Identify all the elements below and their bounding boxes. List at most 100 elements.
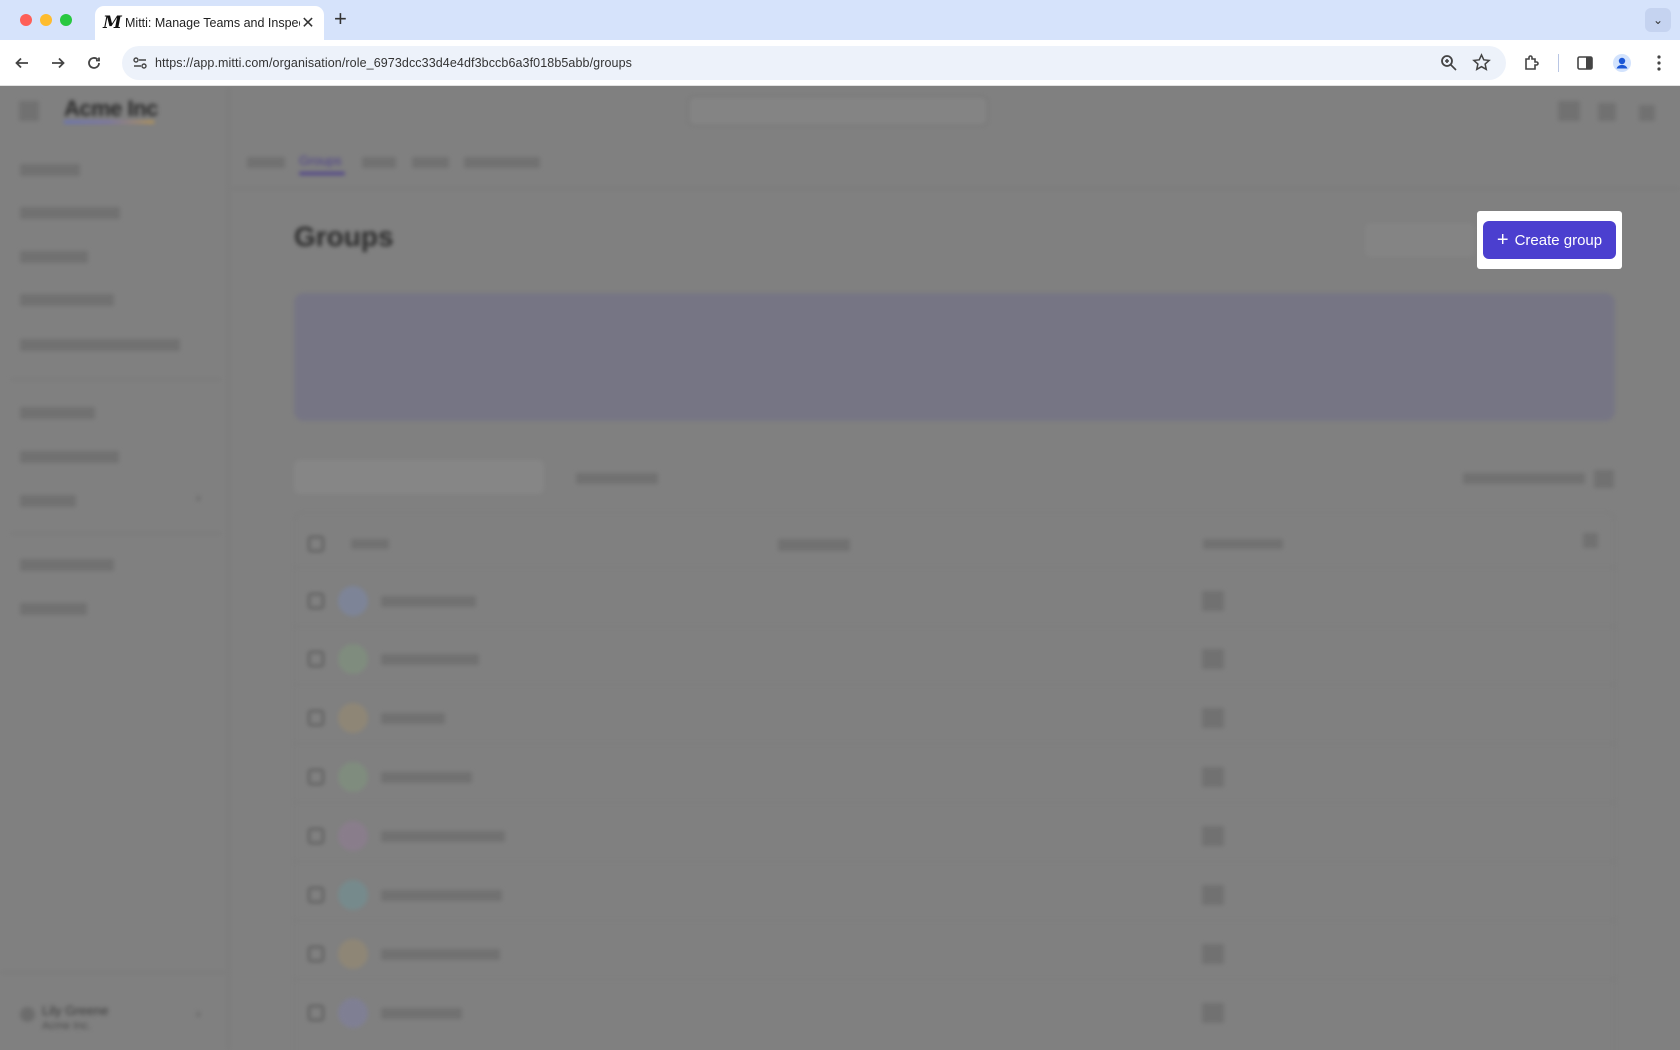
search-groups-input[interactable] bbox=[294, 460, 544, 494]
group-name bbox=[381, 949, 500, 960]
row-icon bbox=[1202, 885, 1224, 905]
app-header: Acme Inc bbox=[0, 87, 1680, 137]
back-icon[interactable] bbox=[10, 51, 34, 75]
column-header[interactable] bbox=[1203, 539, 1283, 549]
view-options-icon[interactable] bbox=[1594, 470, 1614, 488]
zoom-icon[interactable] bbox=[1440, 54, 1458, 77]
row-icon bbox=[1202, 591, 1224, 611]
page-title: Groups bbox=[294, 221, 394, 252]
row-checkbox[interactable] bbox=[308, 651, 324, 667]
filter-button[interactable] bbox=[576, 473, 658, 484]
row-checkbox[interactable] bbox=[308, 1005, 324, 1021]
app-viewport: Acme Inc › Lily Greene Acme Inc. › Group… bbox=[0, 87, 1680, 1050]
group-name bbox=[381, 596, 476, 607]
tab-item[interactable] bbox=[464, 157, 540, 168]
select-all-checkbox[interactable] bbox=[308, 536, 324, 552]
help-icon[interactable] bbox=[1598, 103, 1616, 121]
tab-search-chevron-icon[interactable]: ⌄ bbox=[1645, 8, 1671, 32]
address-bar[interactable]: https://app.mitti.com/organisation/role_… bbox=[122, 46, 1506, 80]
info-banner bbox=[294, 293, 1615, 421]
active-tab-indicator bbox=[299, 172, 345, 175]
row-divider bbox=[295, 567, 1616, 568]
row-divider bbox=[295, 743, 1616, 744]
sidebar-divider bbox=[10, 533, 222, 534]
close-window-button[interactable] bbox=[20, 14, 32, 26]
groups-table bbox=[294, 512, 1616, 1050]
group-name bbox=[381, 1008, 462, 1019]
bookmark-star-icon[interactable] bbox=[1472, 53, 1491, 77]
new-tab-icon[interactable]: + bbox=[334, 8, 347, 30]
tab-item[interactable] bbox=[362, 157, 396, 168]
sidebar-item[interactable] bbox=[20, 451, 119, 463]
row-checkbox[interactable] bbox=[308, 828, 324, 844]
sidebar-item[interactable] bbox=[20, 603, 87, 615]
more-menu-icon[interactable] bbox=[1647, 51, 1671, 75]
row-checkbox[interactable] bbox=[308, 946, 324, 962]
row-icon bbox=[1202, 767, 1224, 787]
group-name bbox=[381, 890, 502, 901]
row-divider bbox=[295, 861, 1616, 862]
sidebar-item[interactable] bbox=[20, 207, 120, 219]
user-avatar bbox=[20, 1007, 35, 1022]
group-avatar bbox=[338, 762, 368, 792]
row-divider bbox=[295, 684, 1616, 685]
group-name bbox=[381, 831, 505, 842]
row-checkbox[interactable] bbox=[308, 887, 324, 903]
plus-icon: + bbox=[1496, 229, 1509, 251]
sidebar-item[interactable] bbox=[20, 339, 180, 351]
sidebar-item[interactable] bbox=[20, 294, 114, 306]
tab-title: Mitti: Manage Teams and Inspect... bbox=[125, 16, 300, 30]
toolbar-divider bbox=[1558, 54, 1559, 72]
row-checkbox[interactable] bbox=[308, 769, 324, 785]
group-avatar bbox=[338, 998, 368, 1028]
row-checkbox[interactable] bbox=[308, 593, 324, 609]
user-name: Lily Greene bbox=[42, 1003, 109, 1018]
notifications-icon[interactable] bbox=[1558, 101, 1580, 121]
sidebar-item[interactable] bbox=[20, 407, 95, 419]
row-checkbox[interactable] bbox=[308, 710, 324, 726]
site-settings-icon[interactable] bbox=[132, 55, 148, 76]
forward-icon[interactable] bbox=[46, 51, 70, 75]
search-input[interactable] bbox=[688, 96, 988, 126]
group-avatar bbox=[338, 880, 368, 910]
group-name bbox=[381, 772, 472, 783]
row-divider bbox=[295, 802, 1616, 803]
column-settings-icon[interactable] bbox=[1583, 533, 1598, 548]
group-avatar bbox=[338, 939, 368, 969]
group-avatar bbox=[338, 821, 368, 851]
tab-item[interactable] bbox=[247, 157, 285, 168]
tab-close-icon[interactable]: ✕ bbox=[300, 13, 316, 33]
row-icon bbox=[1202, 649, 1224, 669]
create-group-label: Create group bbox=[1514, 231, 1603, 249]
secondary-button[interactable] bbox=[1365, 223, 1475, 257]
row-divider bbox=[295, 626, 1616, 627]
reload-icon[interactable] bbox=[82, 51, 106, 75]
sidebar-item[interactable] bbox=[20, 495, 76, 507]
sidebar: › Lily Greene Acme Inc. › bbox=[0, 87, 229, 1050]
minimize-window-button[interactable] bbox=[40, 14, 52, 26]
page-tabs: Groups bbox=[229, 137, 1680, 189]
browser-tab[interactable]: M Mitti: Manage Teams and Inspect... ✕ bbox=[95, 6, 324, 40]
chevron-right-icon[interactable]: › bbox=[196, 1005, 201, 1021]
tab-item[interactable] bbox=[412, 157, 449, 168]
column-header[interactable] bbox=[778, 539, 850, 551]
url-text: https://app.mitti.com/organisation/role_… bbox=[155, 56, 632, 70]
create-group-button[interactable]: + Create group bbox=[1483, 221, 1616, 259]
tab-groups[interactable]: Groups bbox=[299, 153, 342, 168]
row-icon bbox=[1202, 826, 1224, 846]
side-panel-icon[interactable] bbox=[1573, 51, 1597, 75]
row-icon bbox=[1202, 1003, 1224, 1023]
browser-tab-strip: M Mitti: Manage Teams and Inspect... ✕ +… bbox=[0, 0, 1680, 40]
column-header[interactable] bbox=[351, 539, 389, 549]
profile-icon[interactable] bbox=[1610, 51, 1634, 75]
maximize-window-button[interactable] bbox=[60, 14, 72, 26]
sidebar-item[interactable] bbox=[20, 251, 88, 263]
settings-icon[interactable] bbox=[1639, 105, 1655, 121]
row-icon bbox=[1202, 708, 1224, 728]
extensions-icon[interactable] bbox=[1520, 51, 1544, 75]
sidebar-divider bbox=[0, 972, 229, 973]
sidebar-item[interactable] bbox=[20, 559, 114, 571]
group-avatar bbox=[338, 644, 368, 674]
sidebar-item[interactable] bbox=[20, 164, 80, 176]
group-avatar bbox=[338, 586, 368, 616]
